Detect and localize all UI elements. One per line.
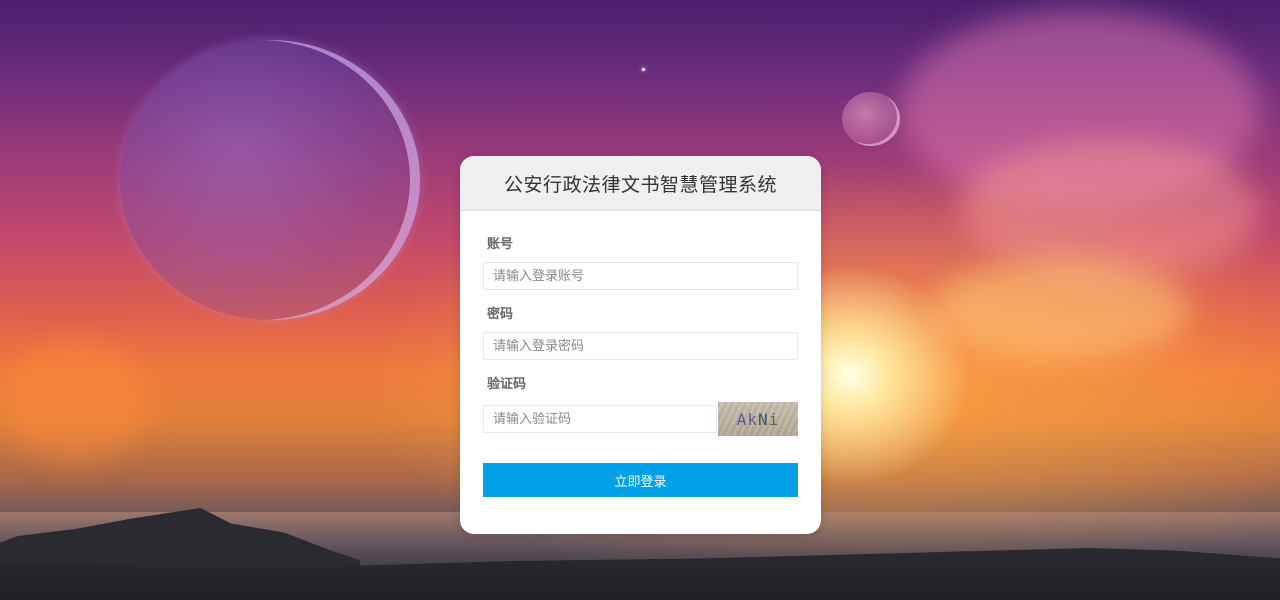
- captcha-label: 验证码: [487, 377, 527, 392]
- planet-large: [120, 40, 420, 320]
- login-card: 公安行政法律文书智慧管理系统 账号 密码 验证码 AkNi 立即登录: [460, 156, 821, 534]
- login-button[interactable]: 立即登录: [483, 463, 798, 497]
- captcha-text: AkNi: [736, 409, 780, 429]
- captcha-input[interactable]: [483, 405, 717, 433]
- login-form: 账号 密码 验证码 AkNi 立即登录: [460, 211, 821, 497]
- password-label: 密码: [487, 307, 514, 322]
- system-title: 公安行政法律文书智慧管理系统: [503, 173, 777, 196]
- account-label: 账号: [487, 237, 514, 252]
- captcha-image[interactable]: AkNi: [718, 402, 798, 436]
- login-header: 公安行政法律文书智慧管理系统: [460, 156, 821, 211]
- password-input[interactable]: [483, 332, 798, 360]
- account-input[interactable]: [483, 262, 798, 290]
- planet-small: [842, 92, 900, 146]
- star: [642, 68, 645, 71]
- captcha-row: AkNi: [483, 402, 798, 436]
